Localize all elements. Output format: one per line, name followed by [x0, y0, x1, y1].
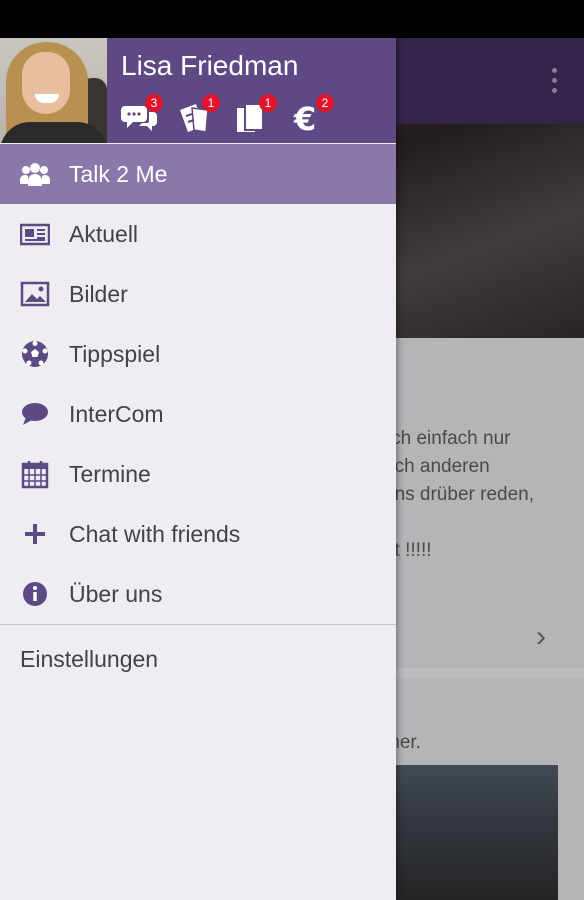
menu-item-termine[interactable]: Termine [0, 444, 396, 504]
settings-item[interactable]: Einstellungen [20, 646, 158, 673]
menu-item-ueber-uns[interactable]: Über uns [0, 564, 396, 624]
menu-item-label: Talk 2 Me [69, 161, 168, 187]
menu-item-talk-2-me[interactable]: Talk 2 Me [0, 144, 396, 204]
chat-notifications-button[interactable]: 3 [121, 94, 163, 136]
speech-bubble-icon [22, 403, 48, 425]
user-name: Lisa Friedman [121, 50, 299, 81]
tickets-notifications-button[interactable]: 1 [178, 94, 220, 136]
menu-item-intercom[interactable]: InterCom [0, 384, 396, 444]
notification-badges: 3 1 1 € 2 [121, 94, 391, 136]
navigation-drawer: Lisa Friedman 3 1 1 € 2 Talk 2 Me Aktuel… [0, 38, 396, 900]
badge-count: 2 [316, 94, 334, 112]
avatar[interactable] [0, 38, 107, 143]
menu-item-label: Tippspiel [69, 341, 161, 367]
image-icon [20, 281, 50, 307]
menu-item-aktuell[interactable]: Aktuell [0, 204, 396, 264]
euro-notifications-button[interactable]: € 2 [292, 94, 334, 136]
badge-count: 1 [259, 94, 277, 112]
menu-item-label: Aktuell [69, 221, 139, 247]
menu-item-label: Chat with friends [69, 521, 241, 547]
calendar-icon [21, 461, 49, 489]
menu-item-tippspiel[interactable]: Tippspiel [0, 324, 396, 384]
documents-notifications-button[interactable]: 1 [235, 94, 277, 136]
soccer-ball-icon [22, 341, 48, 367]
menu-item-label: Bilder [69, 281, 128, 307]
menu-item-label: Über uns [69, 581, 163, 607]
menu-item-bilder[interactable]: Bilder [0, 264, 396, 324]
menu-divider [0, 624, 396, 625]
menu-item-label: InterCom [69, 401, 164, 427]
svg-text:€: € [293, 102, 316, 134]
menu-item-chat-with-friends[interactable]: Chat with friends [0, 504, 396, 564]
info-icon [23, 582, 47, 606]
group-icon [20, 163, 50, 186]
badge-count: 3 [145, 94, 163, 112]
plus-icon [25, 524, 45, 544]
newspaper-icon [20, 223, 50, 246]
menu-item-label: Termine [69, 461, 151, 487]
status-bar [0, 0, 584, 38]
badge-count: 1 [202, 94, 220, 112]
drawer-header: Lisa Friedman 3 1 1 € 2 [0, 38, 396, 143]
